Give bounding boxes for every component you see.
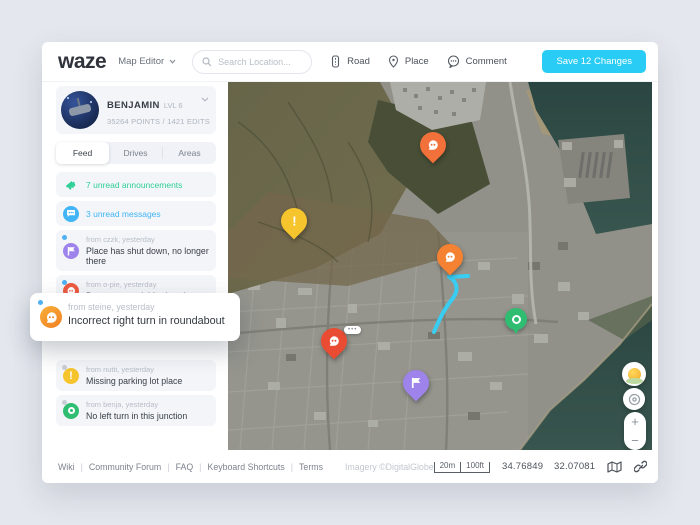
latitude-value: 34.76849	[502, 461, 543, 472]
map-canvas[interactable]: ! •••	[228, 82, 652, 450]
footer-link-wiki[interactable]: Wiki	[58, 462, 75, 472]
profile-stats: 35264 POINTS / 1421 EDITS	[107, 117, 210, 126]
feed-item-text: No left turn in this junction	[86, 411, 210, 421]
place-button[interactable]: Place	[388, 55, 429, 68]
map-editor-label: Map Editor	[118, 56, 164, 67]
imagery-attribution: Imagery ©DigitalGlobe	[345, 462, 434, 472]
chevron-down-icon[interactable]	[201, 89, 209, 107]
messages-icon	[63, 206, 79, 222]
footer-separator: |	[167, 462, 169, 472]
profile-level: LVL 6	[164, 101, 183, 110]
search-box[interactable]	[192, 50, 312, 74]
megaphone-icon	[63, 177, 79, 193]
footer-separator: |	[81, 462, 83, 472]
search-icon	[202, 57, 212, 67]
tab-areas[interactable]: Areas	[163, 142, 216, 164]
scale-metric: 20m	[434, 462, 462, 473]
footer-link-community-forum[interactable]: Community Forum	[89, 462, 161, 472]
target-icon	[628, 393, 641, 406]
feed-item-meta: from nutti, yesterday	[86, 365, 210, 374]
chat-bubble-icon	[40, 306, 62, 328]
road-label: Road	[347, 56, 370, 67]
chat-bubble-icon	[328, 335, 340, 347]
longitude-value: 32.07081	[554, 461, 595, 472]
yellow-ball-icon	[628, 368, 641, 381]
map-coordinates: 34.76849 32.07081	[502, 461, 595, 472]
chat-bubble-icon	[444, 251, 456, 263]
unread-dot	[62, 235, 67, 240]
zoom-in-button[interactable]: +	[624, 412, 646, 431]
place-pin-icon	[388, 55, 399, 68]
feed-item-announcements[interactable]: 7 unread announcements	[56, 172, 216, 197]
map-editor-dropdown[interactable]: Map Editor	[118, 56, 176, 67]
avatar	[61, 91, 99, 129]
comment-button[interactable]: Comment	[447, 55, 507, 68]
footer-separator: |	[199, 462, 201, 472]
map-scale-indicator: 20m 100ft	[434, 461, 490, 473]
exclamation-icon: !	[63, 368, 79, 384]
search-input[interactable]	[218, 57, 308, 67]
comment-bubble-icon	[447, 55, 460, 68]
feed-item-meta: from o-pie, yesterday	[86, 280, 210, 289]
profile-name: BENJAMIN	[107, 100, 160, 111]
tab-feed[interactable]: Feed	[56, 142, 109, 164]
app-card: waze Map Editor Road	[42, 42, 658, 483]
footer-link-keyboard-shortcuts[interactable]: Keyboard Shortcuts	[207, 462, 284, 472]
comment-preview-bubble[interactable]: •••	[344, 326, 361, 334]
profile-card[interactable]: BENJAMIN LVL 6 35264 POINTS / 1421 EDITS	[56, 86, 216, 134]
road-icon	[330, 55, 341, 68]
chevron-down-icon	[169, 59, 176, 64]
feed-item-messages[interactable]: 3 unread messages	[56, 201, 216, 226]
messages-label: 3 unread messages	[86, 209, 161, 219]
zoom-control: + −	[624, 412, 646, 450]
sidebar-tabs: Feed Drives Areas	[56, 142, 216, 164]
folded-map-icon	[607, 461, 622, 473]
footer-link-faq[interactable]: FAQ	[176, 462, 194, 472]
save-changes-button[interactable]: Save 12 Changes	[542, 50, 646, 73]
top-bar: waze Map Editor Road	[42, 42, 658, 82]
feed-item[interactable]: ! from nutti, yesterday Missing parking …	[56, 360, 216, 391]
waze-map-editor-window: waze Map Editor Road	[0, 0, 700, 525]
link-icon	[634, 460, 647, 473]
map-view-button[interactable]	[607, 461, 622, 473]
comment-label: Comment	[466, 56, 507, 67]
map-marker-green[interactable]	[505, 308, 527, 330]
footer-separator: |	[291, 462, 293, 472]
flag-icon	[411, 377, 422, 389]
feed-item-text: Incorrect right turn in roundabout	[68, 315, 232, 327]
tab-drives[interactable]: Drives	[109, 142, 162, 164]
flag-icon	[63, 243, 79, 259]
footer-bar: Wiki | Community Forum | FAQ | Keyboard Sho…	[42, 450, 658, 483]
waze-logo: waze	[58, 50, 106, 74]
road-button[interactable]: Road	[330, 55, 370, 68]
footer-link-terms[interactable]: Terms	[299, 462, 323, 472]
feed-item-text: Missing parking lot place	[86, 376, 210, 386]
feed-item[interactable]: from benja, yesterday No left turn in th…	[56, 395, 216, 426]
locate-button[interactable]	[623, 388, 645, 410]
permalink-button[interactable]	[634, 460, 647, 473]
feed-item-highlighted[interactable]: from steine, yesterday Incorrect right t…	[30, 293, 240, 341]
zoom-out-button[interactable]: −	[624, 431, 646, 450]
feed-item-meta: from steine, yesterday	[68, 302, 232, 312]
exclamation-icon: !	[292, 214, 296, 229]
profile-text: BENJAMIN LVL 6 35264 POINTS / 1421 EDITS	[107, 95, 210, 126]
feed-item-text: Place has shut down, no longer there	[86, 246, 210, 266]
chat-bubble-icon	[427, 139, 439, 151]
sidebar: BENJAMINLVL 6 35264 POINTS / 1421 EDITS …	[42, 82, 228, 450]
unread-dot	[38, 300, 43, 305]
ring-icon	[512, 315, 521, 324]
feed-item-meta: from benja, yesterday	[86, 400, 210, 409]
scale-imperial: 100ft	[461, 462, 490, 473]
feed-item-meta: from czzk, yesterday	[86, 235, 210, 244]
no-turn-ring-icon	[63, 403, 79, 419]
announcements-label: 7 unread announcements	[86, 180, 182, 190]
street-ball-button[interactable]	[622, 362, 646, 386]
place-label: Place	[405, 56, 429, 67]
feed-item[interactable]: from czzk, yesterday Place has shut down…	[56, 230, 216, 271]
